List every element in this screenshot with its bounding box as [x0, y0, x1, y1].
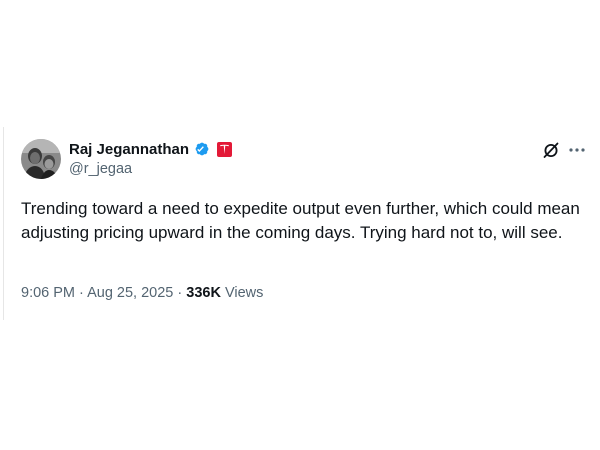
grok-icon [543, 142, 559, 158]
tweet-page: Raj Jegannathan @r_jegaa Trending toward… [0, 0, 600, 450]
tesla-logo-icon [220, 144, 230, 154]
tweet-card: Raj Jegannathan @r_jegaa Trending toward… [0, 0, 600, 450]
more-options-button[interactable] [566, 140, 588, 160]
tweet-meta: 9:06 PM · Aug 25, 2025 · 336K Views [21, 285, 263, 301]
verified-badge-icon[interactable] [193, 140, 211, 158]
meta-separator: · [173, 285, 187, 301]
tweet-timestamp[interactable]: 9:06 PM · Aug 25, 2025 [21, 285, 173, 301]
grok-button[interactable] [541, 140, 561, 160]
avatar[interactable] [21, 139, 61, 179]
views-label: Views [220, 285, 264, 301]
author-display-name[interactable]: Raj Jegannathan [69, 141, 189, 158]
tweet-text: Trending toward a need to expedite outpu… [21, 199, 580, 242]
views-count: 336K [186, 285, 221, 301]
affiliate-badge[interactable] [217, 141, 233, 157]
author-handle[interactable]: @r_jegaa [69, 161, 132, 177]
more-options-icon [569, 148, 585, 152]
author-name-row: Raj Jegannathan [69, 139, 233, 159]
